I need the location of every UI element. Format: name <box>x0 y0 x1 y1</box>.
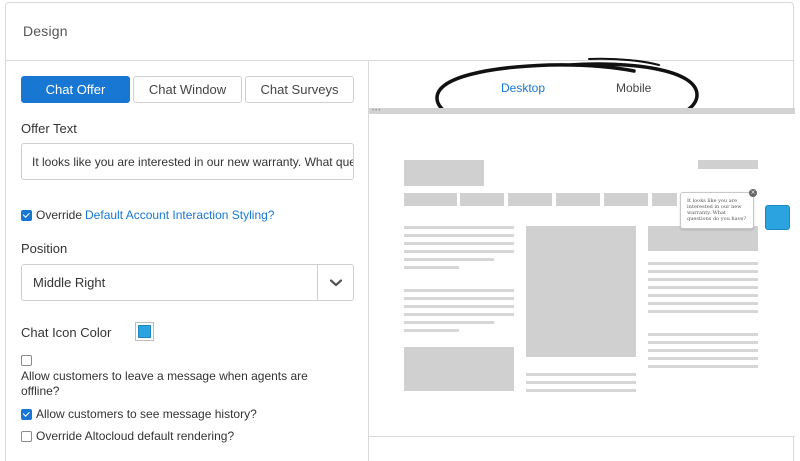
mock-text-line <box>648 357 758 360</box>
allow-offline-checkbox[interactable] <box>21 355 32 366</box>
override-rendering-checkbox[interactable] <box>21 430 32 442</box>
page-mockup <box>369 114 795 436</box>
settings-panel: Chat Offer Chat Window Chat Surveys Offe… <box>6 61 368 461</box>
mock-text-line <box>404 250 514 253</box>
allow-offline-label: Allow customers to leave a message when … <box>21 369 308 398</box>
mock-side-image <box>648 226 758 251</box>
override-styling-row: Override Default Account Interaction Sty… <box>21 208 274 222</box>
mock-text-line <box>404 266 459 269</box>
mock-nav-item <box>604 193 648 206</box>
mock-text-line <box>648 262 758 265</box>
mock-text-line <box>404 321 494 324</box>
position-selected-value: Middle Right <box>33 275 106 290</box>
mock-logo <box>404 160 484 186</box>
close-icon[interactable]: × <box>749 189 757 197</box>
tab-chat-window[interactable]: Chat Window <box>133 76 242 103</box>
mock-text-line <box>648 278 758 281</box>
override-rendering-label: Override Altocloud default rendering? <box>36 429 235 443</box>
mock-text-line <box>526 389 636 392</box>
mock-text-line <box>526 373 636 376</box>
mock-text-line <box>404 297 514 300</box>
design-card: Design Chat Offer Chat Window Chat Surve… <box>5 2 795 461</box>
settings-tabs: Chat Offer Chat Window Chat Surveys <box>21 76 357 103</box>
mock-nav-item <box>460 193 504 206</box>
mock-text-line <box>648 333 758 336</box>
tab-chat-offer[interactable]: Chat Offer <box>21 76 130 103</box>
mock-text-line <box>648 294 758 297</box>
mock-text-line <box>404 242 514 245</box>
chevron-down-icon[interactable] <box>317 265 353 300</box>
chat-icon-color-fill <box>138 325 151 338</box>
mock-main-image <box>526 226 636 357</box>
position-label: Position <box>21 241 68 256</box>
allow-history-row: Allow customers to see message history? <box>21 407 257 421</box>
chat-launcher-icon[interactable] <box>765 205 790 230</box>
default-styling-link[interactable]: Default Account Interaction Styling? <box>85 208 274 222</box>
mock-nav-item <box>556 193 600 206</box>
mock-text-line <box>648 365 758 368</box>
mock-text-line <box>404 313 514 316</box>
mock-text-line <box>526 381 636 384</box>
mock-text-line <box>404 226 514 229</box>
position-select[interactable]: Middle Right <box>21 264 354 301</box>
chat-icon-color-label: Chat Icon Color <box>21 325 112 340</box>
mock-text-line <box>648 270 758 273</box>
mock-text-line <box>648 349 758 352</box>
offer-text-label: Offer Text <box>21 121 77 136</box>
allow-history-checkbox[interactable] <box>21 408 32 420</box>
mock-image-block <box>404 347 514 391</box>
tab-chat-surveys[interactable]: Chat Surveys <box>245 76 354 103</box>
preview-panel: Desktop Mobile ••• It looks like you are… <box>369 57 795 461</box>
browser-dots: ••• <box>372 108 382 114</box>
mock-nav-item <box>508 193 552 206</box>
mock-top-link <box>698 160 758 169</box>
card-title: Design <box>23 23 68 39</box>
mock-nav-item <box>404 193 457 206</box>
mock-text-line <box>404 329 459 332</box>
offer-text-input[interactable]: It looks like you are interested in our … <box>21 143 354 180</box>
mock-text-line <box>648 302 758 305</box>
mock-text-line <box>404 289 514 292</box>
mock-text-line <box>648 310 758 313</box>
mock-text-line <box>648 341 758 344</box>
override-rendering-row: Override Altocloud default rendering? <box>21 429 234 443</box>
mock-text-line <box>404 258 494 261</box>
override-styling-label: Override <box>36 208 83 222</box>
chat-icon-color-swatch[interactable] <box>135 322 154 341</box>
tab-desktop[interactable]: Desktop <box>501 81 545 95</box>
mock-text-line <box>404 305 514 308</box>
mock-nav-item <box>652 193 677 206</box>
override-styling-checkbox[interactable] <box>21 209 32 221</box>
mock-text-line <box>648 286 758 289</box>
mock-text-line <box>404 234 514 237</box>
allow-history-label: Allow customers to see message history? <box>36 407 257 421</box>
chat-offer-popup[interactable]: It looks like you are interested in our … <box>680 189 757 229</box>
tab-mobile[interactable]: Mobile <box>616 81 651 95</box>
device-tabs: Desktop Mobile <box>369 78 795 98</box>
chat-offer-popup-text: It looks like you are interested in our … <box>687 198 747 222</box>
preview-bottom-divider <box>369 436 795 437</box>
